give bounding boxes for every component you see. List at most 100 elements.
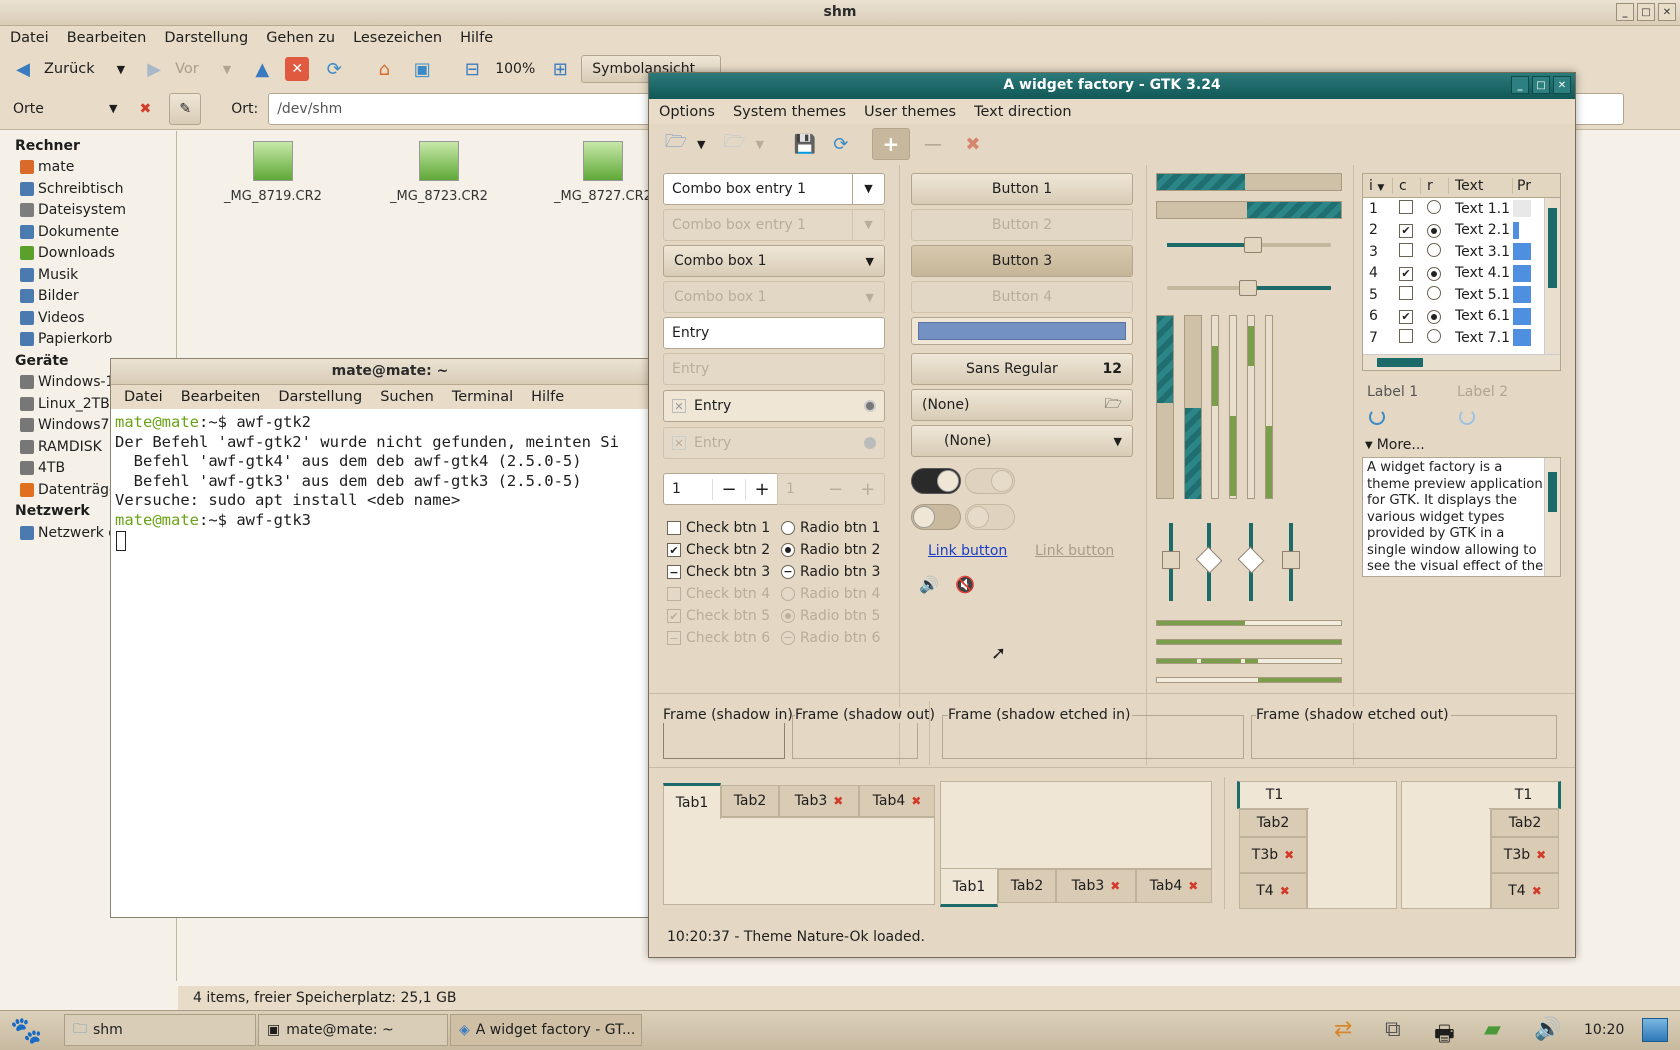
tab-close-icon[interactable]: ✖ [911,794,921,808]
term-menu-datei[interactable]: Datei [115,389,172,405]
main-menu-icon[interactable]: 🐾 [10,1016,42,1046]
home-icon[interactable]: ⌂ [369,54,399,84]
text-view[interactable]: A widget factory is a theme preview appl… [1362,457,1561,577]
zoom-out-icon[interactable]: ⊟ [457,54,487,84]
term-menu-darstellung[interactable]: Darstellung [269,389,371,405]
back-button[interactable]: Zurück [44,61,95,77]
tab-1[interactable]: Tab1 [663,783,721,819]
tab-close-icon[interactable]: ✖ [833,794,843,808]
tree-col-i[interactable]: i ▼ [1363,177,1393,194]
tree-view[interactable]: i ▼ c r Text Pr 1 Text 1.1 2 ✔ Text 2.1 3 Text… [1362,173,1561,371]
spin-button[interactable]: 1 − + [663,473,779,505]
button-1[interactable]: Button 1 [911,173,1133,205]
tab-4[interactable]: Tab4 ✖ [859,785,935,817]
forward-arrow-icon[interactable]: ▶ [139,54,169,84]
file-chooser-button[interactable]: (None) 🗁 [911,389,1133,421]
show-desktop-icon[interactable] [1642,1018,1668,1042]
checkbox-unchecked[interactable] [1399,199,1413,214]
up-arrow-icon[interactable]: ▲ [247,54,277,84]
maximize-button[interactable]: □ [1532,76,1550,94]
maximize-button[interactable]: □ [1637,3,1655,21]
check-btn-1[interactable]: Check btn 1 [667,517,787,539]
switch-on[interactable] [911,468,961,494]
minus-icon[interactable]: − [712,478,745,500]
checkbox-unchecked[interactable] [1399,242,1413,257]
reload-icon[interactable]: ⟳ [319,54,349,84]
horizontal-slider[interactable] [1167,237,1331,253]
checkbox-unchecked[interactable] [1399,285,1413,300]
term-menu-hilfe[interactable]: Hilfe [522,389,573,405]
sidebar-item[interactable]: Musik [0,264,176,286]
edit-location-icon[interactable]: ✎ [169,92,202,125]
sidebar-item[interactable]: Dokumente [0,221,176,243]
tree-col-c[interactable]: c [1393,177,1421,194]
workspace-icon[interactable]: ⧉ [1385,1017,1401,1042]
tab-tab2[interactable]: Tab2 [1239,809,1307,837]
places-label[interactable]: Orte [13,101,109,117]
radio-selected[interactable] [1427,224,1441,239]
radio-unselected[interactable] [781,521,795,535]
close-button[interactable]: ✕ [1553,76,1571,94]
stop-icon[interactable]: ✕ [285,57,310,81]
radio-selected[interactable] [1427,267,1441,282]
table-row[interactable]: 1 Text 1.1 [1363,198,1560,220]
text-vscrollbar[interactable] [1544,458,1560,576]
close-sidebar-icon[interactable]: ✖ [139,101,151,117]
button-3[interactable]: Button 3 [911,245,1133,277]
file-item[interactable]: _MG_8719.CR2 [208,141,338,204]
remove-icon[interactable]: — [918,129,948,159]
tree-vscrollbar[interactable] [1544,198,1560,356]
tab-3[interactable]: Tab3 ✖ [779,785,859,817]
font-button[interactable]: Sans Regular 12 [911,353,1133,385]
tab-2[interactable]: Tab2 [998,869,1056,903]
checkbox-checked[interactable]: ✔ [667,543,681,557]
icon-entry[interactable]: ✕ Entry [663,390,885,422]
tab-t4[interactable]: T4 ✖ [1491,873,1559,909]
sidebar-item[interactable]: Videos [0,307,176,329]
tab-3[interactable]: Tab3 ✖ [1056,869,1136,903]
chevron-down-icon[interactable]: ▼ [852,174,884,204]
combo-box[interactable]: Combo box 1 ▼ [663,245,885,277]
terminal-output[interactable]: mate@mate:~$ awf-gtk2 Der Befehl 'awf-gt… [115,413,665,913]
open-folder-icon[interactable]: 🗁 [661,129,691,159]
tab-t1[interactable]: T1 [1237,781,1309,809]
table-row[interactable]: 4 ✔ Text 4.1 [1363,263,1560,285]
tab-close-icon[interactable]: ✖ [1280,884,1290,898]
app-chooser-combo[interactable]: (None) ▼ [911,425,1133,457]
switch-off[interactable] [911,504,961,530]
radio-selected[interactable] [781,543,795,557]
expander[interactable]: ▼ More... [1365,437,1425,453]
tab-1[interactable]: Tab1 [940,869,998,907]
checkbox-mixed[interactable]: − [667,565,681,579]
tab-4[interactable]: Tab4 ✖ [1136,869,1212,903]
close-button[interactable]: ✕ [1658,3,1676,21]
radio-btn-2[interactable]: Radio btn 2 [781,539,893,561]
forward-button[interactable]: Vor [175,61,199,77]
awf-titlebar[interactable]: A widget factory - GTK 3.24 _ □ ✕ [649,73,1575,99]
table-row[interactable]: 3 Text 3.1 [1363,241,1560,263]
menu-options[interactable]: Options [650,104,724,120]
tree-col-r[interactable]: r [1421,177,1449,194]
back-dropdown-icon[interactable]: ▼ [117,63,125,76]
table-row[interactable]: 6 ✔ Text 6.1 [1363,306,1560,328]
radio-unselected[interactable] [1427,199,1441,214]
task-shm[interactable]: 🗀 shm [64,1014,256,1046]
tab-close-icon[interactable]: ✖ [1110,879,1120,893]
sidebar-item[interactable]: mate [0,157,176,179]
radio-selected[interactable] [1427,310,1441,325]
menu-text-direction[interactable]: Text direction [965,104,1080,120]
fm-menu-bearbeiten[interactable]: Bearbeiten [58,30,156,46]
table-row[interactable]: 7 Text 7.1 [1363,327,1560,349]
places-dropdown-icon[interactable]: ▼ [109,102,117,115]
menu-system-themes[interactable]: System themes [724,104,855,120]
text-entry[interactable]: Entry [663,317,885,349]
checkbox-checked[interactable]: ✔ [1399,309,1413,324]
radio-btn-3[interactable]: − Radio btn 3 [781,561,893,583]
task-terminal[interactable]: ▣ mate@mate: ~ [258,1014,448,1046]
check-btn-3[interactable]: − Check btn 3 [667,561,787,583]
battery-icon[interactable]: ▰ [1484,1017,1501,1042]
sidebar-item[interactable]: Schreibtisch [0,178,176,200]
file-item[interactable]: _MG_8723.CR2 [374,141,504,204]
vertical-slider[interactable] [1195,523,1223,601]
tab-tab2[interactable]: Tab2 [1491,809,1559,837]
